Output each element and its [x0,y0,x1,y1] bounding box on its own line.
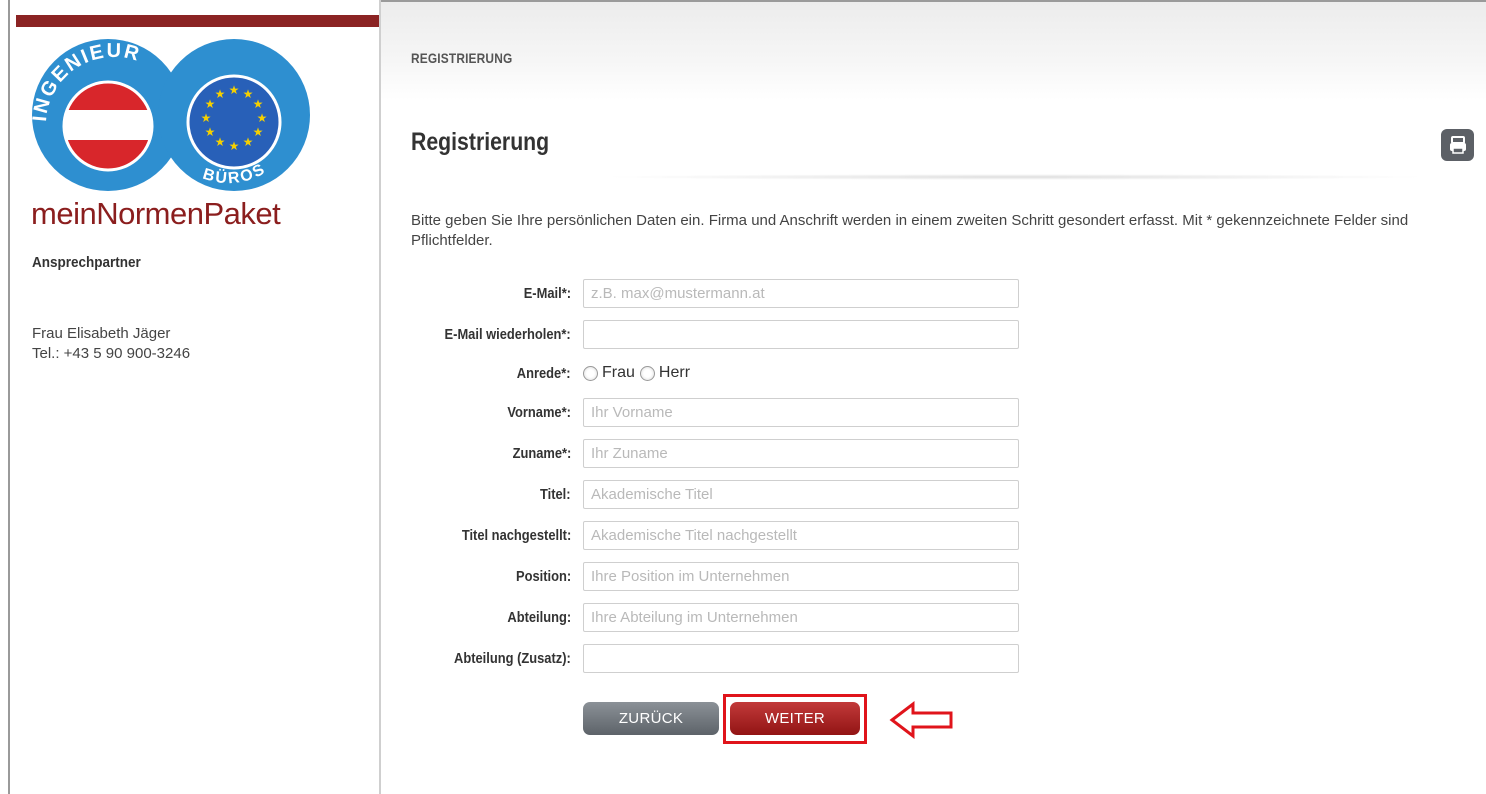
title-field[interactable] [583,480,1019,509]
svg-text:★: ★ [215,135,226,149]
svg-text:★: ★ [243,135,254,149]
contact-heading: Ansprechpartner [32,254,141,271]
intro-text: Bitte geben Sie Ihre persönlichen Daten … [411,212,1409,249]
salutation-option-frau[interactable]: Frau [602,364,635,382]
email-repeat-field[interactable] [583,320,1019,349]
eu-flag-icon: ★ ★ ★ ★ ★ ★ ★ ★ ★ ★ ★ ★ [186,74,282,170]
window-frame-left [8,0,10,794]
department-label: Abteilung: [507,609,571,626]
salutation-label: Anrede*: [517,365,571,382]
svg-text:★: ★ [229,83,240,97]
next-button-highlight [723,694,867,744]
title-after-field[interactable] [583,521,1019,550]
svg-text:★: ★ [215,87,226,101]
lastname-label: Zuname*: [512,445,571,462]
sidebar: ★ ★ ★ ★ ★ ★ ★ ★ ★ ★ ★ ★ INGENIEUR BÜROS … [16,0,380,794]
salutation-row: Anrede*: Frau Herr [381,359,1021,389]
back-button[interactable]: ZURÜCK [583,702,719,735]
department-field[interactable] [583,603,1019,632]
department-extra-row: Abteilung (Zusatz): [381,644,1021,674]
lastname-field[interactable] [583,439,1019,468]
salutation-radio-group: Frau Herr [583,364,695,382]
title-row: Titel: [381,480,1021,510]
svg-text:★: ★ [229,139,240,153]
svg-text:★: ★ [253,97,264,111]
email-label: E-Mail*: [523,285,571,302]
email-repeat-row: E-Mail wiederholen*: [381,320,1021,350]
position-row: Position: [381,562,1021,592]
printer-icon [1449,136,1466,154]
ingenieurbueros-logo: ★ ★ ★ ★ ★ ★ ★ ★ ★ ★ ★ ★ INGENIEUR BÜROS [29,39,310,191]
sidebar-divider [379,0,381,794]
email-row: E-Mail*: [381,279,1021,309]
print-button[interactable] [1441,129,1474,161]
contact-phone: Tel.: +43 5 90 900-3246 [32,345,191,362]
position-label: Position: [515,568,571,585]
svg-text:★: ★ [205,125,216,139]
firstname-row: Vorname*: [381,398,1021,428]
email-field[interactable] [583,279,1019,308]
salutation-radio-frau[interactable] [583,365,598,381]
breadcrumb: REGISTRIERUNG [411,50,513,66]
position-field[interactable] [583,562,1019,591]
svg-text:★: ★ [201,111,212,125]
svg-text:★: ★ [257,111,268,125]
salutation-option-herr[interactable]: Herr [659,364,690,382]
firstname-label: Vorname*: [507,404,571,421]
title-divider [600,174,1430,180]
title-after-label: Titel nachgestellt: [461,527,571,544]
contact-name: Frau Elisabeth Jäger [32,325,171,342]
title-after-row: Titel nachgestellt: [381,521,1021,551]
svg-text:★: ★ [253,125,264,139]
firstname-field[interactable] [583,398,1019,427]
header-band [381,2,1486,100]
title-label: Titel: [540,486,571,503]
sidebar-top-bar [16,15,380,27]
lastname-row: Zuname*: [381,439,1021,469]
department-extra-label: Abteilung (Zusatz): [454,650,571,667]
arrow-left-icon [889,700,953,740]
email-repeat-label: E-Mail wiederholen*: [444,326,571,343]
department-extra-field[interactable] [583,644,1019,673]
department-row: Abteilung: [381,603,1021,633]
salutation-radio-herr[interactable] [639,365,655,381]
brand-name: meinNormenPaket [31,196,281,231]
page-title: Registrierung [411,128,550,156]
